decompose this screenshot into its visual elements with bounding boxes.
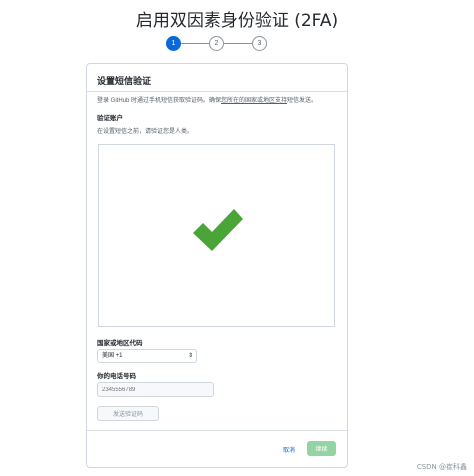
cancel-button[interactable]: 取消 [283, 445, 295, 454]
country-code-select[interactable]: 美国 +1 ⇕ [97, 349, 197, 363]
card-title: 设置短信验证 [97, 76, 152, 86]
phone-number-input[interactable] [97, 382, 214, 397]
setup-stepper: 1 2 3 [162, 36, 270, 52]
phone-number-label: 你的电话号码 [97, 373, 136, 380]
send-code-button[interactable]: 发送验证码 [97, 406, 159, 421]
divider [87, 430, 347, 431]
step-connector [224, 43, 252, 44]
step-connector [181, 43, 209, 44]
supported-countries-link[interactable]: 您所在的国家或地区支持 [221, 98, 287, 104]
verify-account-hint: 在设置短信之前，请验证您是人类。 [97, 129, 194, 135]
sms-setup-card: 设置短信验证 登录 GitHub 时通过手机短信获取验证码。确保您所在的国家或地… [86, 63, 348, 468]
step-3: 3 [252, 36, 267, 51]
watermark: CSDN @崔科鑫 [416, 463, 467, 471]
page-title: 启用双因素身份验证 (2FA) [135, 11, 339, 31]
country-code-label: 国家或地区代码 [97, 340, 143, 347]
verify-account-label: 验证账户 [97, 115, 123, 122]
description-text: 登录 GitHub 时通过手机短信获取验证码。确保 [97, 98, 222, 104]
step-1: 1 [166, 36, 181, 51]
step-2: 2 [209, 36, 224, 51]
description-text-end: 短信发送。 [287, 98, 318, 104]
captcha-frame[interactable] [98, 144, 335, 327]
divider [87, 91, 347, 92]
checkmark-icon [193, 209, 243, 251]
select-caret-icon: ⇕ [187, 353, 193, 359]
card-description: 登录 GitHub 时通过手机短信获取验证码。确保您所在的国家或地区支持短信发送… [97, 95, 342, 104]
country-code-value: 美国 +1 [102, 353, 123, 359]
continue-button[interactable]: 继续 [307, 441, 336, 456]
